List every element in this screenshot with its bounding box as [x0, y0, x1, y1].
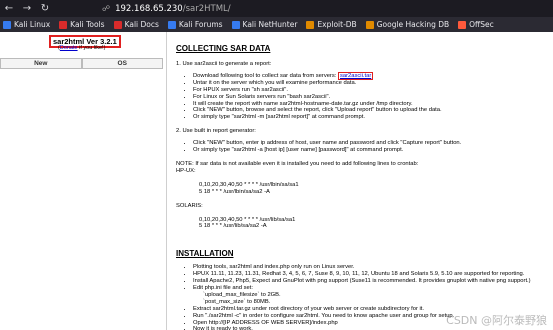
heading-installation: INSTALLATION [176, 249, 234, 259]
donate-link[interactable]: Donate [60, 45, 78, 51]
new-button[interactable]: New [0, 58, 82, 69]
shield-icon: ☍ [102, 4, 111, 13]
list-item-text: Click "NEW" button, browse and select th… [193, 107, 442, 114]
bookmark-icon [59, 20, 68, 29]
bookmark-icon [306, 20, 315, 29]
list-item-text: Edit php.ini file and set: [193, 285, 253, 292]
php-setting: `post_max_size` to 80MB. [203, 298, 271, 305]
list-item: Install Apache2, Php5, Expect and GnuPlo… [193, 278, 550, 285]
bookmark-label: Exploit-DB [317, 20, 357, 29]
heading-collecting-sar-data: COLLECTING SAR DATA [176, 44, 271, 53]
url-path: /sar2HTML/ [182, 3, 231, 14]
crontab-note: NOTE: If sar data is not available even … [176, 160, 419, 167]
list-item-text: Plotting tools, sar2html and index.php o… [193, 264, 355, 271]
bookmark-item[interactable]: OffSec [458, 20, 494, 29]
list-item: Or simply type "sar2html -a [host ip] [u… [193, 147, 550, 154]
list-item-text: Or simply type "sar2html -m [sar2html re… [193, 114, 365, 121]
bookmark-item[interactable]: Kali Linux [3, 20, 50, 29]
sidebar-panel: sar2html Ver 3.2.1 (Donate if you like!)… [0, 32, 163, 330]
hpux-label: HP-UX: [176, 167, 196, 174]
forward-arrow-icon[interactable]: → [18, 3, 36, 14]
sidebar-tabs: New OS [0, 58, 163, 69]
php-setting: `upload_max_filesize` to 2GB. [203, 291, 281, 298]
list-item-text: HPUX 11.11, 11.23, 11.31, Redhat 3, 4, 5… [193, 271, 525, 278]
bookmark-label: OffSec [469, 20, 494, 29]
list-item-text: Download following tool to collect sar d… [193, 72, 338, 79]
bookmark-icon [365, 20, 374, 29]
list-item: It will create the report with name sar2… [193, 101, 550, 108]
download-link[interactable]: sar2ascii.tar [340, 73, 371, 79]
solaris-label: SOLARIS: [176, 202, 203, 209]
highlight-box: sar2ascii.tar [338, 71, 374, 80]
solaris-line: 0,10,20,30,40,50 * * * * /usr/lib/sa/sa1 [199, 216, 296, 223]
step1-text: 1. Use sar2ascii to generate a report: [176, 61, 272, 67]
list-item: For HPUX servers run "sh sar2ascii". [193, 87, 550, 94]
bookmark-label: Kali Forums [178, 20, 223, 29]
list-item-text: For Linux or Sun Solaris servers run "ba… [193, 93, 331, 100]
list-item: Untar it on the server which you will ex… [193, 80, 550, 87]
solaris-line: 5 18 * * * /usr/lib/sa/sa2 -A [199, 223, 267, 230]
bookmark-icon [458, 20, 467, 29]
donate-text: (Donate if you like!) [58, 45, 106, 51]
bookmark-icon [3, 20, 11, 29]
panel-divider [166, 32, 167, 330]
list-item-text: Untar it on the server which you will ex… [193, 79, 357, 86]
bookmark-item[interactable]: Kali Forums [167, 20, 223, 29]
bookmarks-toolbar: Kali Linux Kali Tools Kali Docs Kali Forums… [0, 17, 553, 32]
step2-text: 2. Use built in report generator: [176, 128, 256, 135]
list-item-text: For HPUX servers run "sh sar2ascii". [193, 86, 288, 93]
reload-icon[interactable]: ↻ [36, 3, 54, 14]
watermark: CSDN @阿尔泰野狼 [446, 314, 547, 327]
bookmark-item[interactable]: Google Hacking DB [365, 20, 450, 29]
list-item: Click "NEW" button, enter ip address of … [193, 140, 550, 147]
bookmark-label: Kali Linux [14, 20, 51, 29]
list-item: For Linux or Sun Solaris servers run "ba… [193, 94, 550, 101]
list-item: Or simply type "sar2html -m [sar2html re… [193, 114, 550, 121]
bookmark-icon [113, 20, 122, 29]
bookmark-label: Kali NetHunter [242, 20, 298, 29]
list-item-text: It will create the report with name sar2… [193, 100, 413, 107]
bookmark-item[interactable]: Kali NetHunter [231, 20, 298, 29]
list-item: HPUX 11.11, 11.23, 11.31, Redhat 3, 4, 5… [193, 271, 550, 278]
bookmark-label: Google Hacking DB [376, 20, 450, 29]
list-item-text: Install Apache2, Php5, Expect and GnuPlo… [193, 278, 531, 285]
address-field[interactable]: ☍ 192.168.65.230/sar2HTML/ [102, 4, 231, 14]
bookmark-icon [167, 20, 176, 29]
solaris-crontab: 0,10,20,30,40,50 * * * * /usr/lib/sa/sa1… [176, 217, 550, 231]
os-button[interactable]: OS [81, 58, 163, 69]
hpux-line: 0,10,20,30,40,50 * * * * /usr/lbin/sa/sa… [199, 181, 299, 188]
url-host: 192.168.65.230 [115, 3, 183, 14]
bookmark-item[interactable]: Kali Tools [59, 20, 105, 29]
list-item-text: Extract sar2html.tar.gz under root direc… [193, 305, 425, 312]
bookmark-label: Kali Tools [70, 20, 105, 29]
hpux-crontab: 0,10,20,30,40,50 * * * * /usr/lbin/sa/sa… [176, 182, 550, 196]
bookmark-item[interactable]: Exploit-DB [306, 20, 357, 29]
main-content: COLLECTING SAR DATA 1. Use sar2ascii to … [176, 32, 550, 330]
list-item: Plotting tools, sar2html and index.php o… [193, 264, 550, 271]
step1-list: Download following tool to collect sar d… [193, 71, 550, 121]
list-item-text: Open http://[IP ADDRESS OF WEB SERVER]/i… [193, 319, 338, 326]
bookmark-icon [231, 20, 240, 29]
browser-url-bar: ← → ↻ ☍ 192.168.65.230/sar2HTML/ [0, 0, 553, 17]
list-item: Click "NEW" button, browse and select th… [193, 107, 550, 114]
bookmark-label: Kali Docs [124, 20, 159, 29]
back-arrow-icon[interactable]: ← [0, 3, 18, 14]
hpux-line: 5 18 * * * /usr/lbin/sa/sa2 -A [199, 188, 270, 195]
list-item: Download following tool to collect sar d… [193, 71, 550, 80]
step2-list: Click "NEW" button, enter ip address of … [193, 140, 550, 154]
list-item-text: Now it is ready to work. [193, 326, 253, 330]
bookmark-item[interactable]: Kali Docs [113, 20, 159, 29]
list-item: Edit php.ini file and set:`upload_max_fi… [193, 285, 550, 306]
list-item-text: Run "./sar2html -c" in order to configur… [193, 312, 455, 319]
